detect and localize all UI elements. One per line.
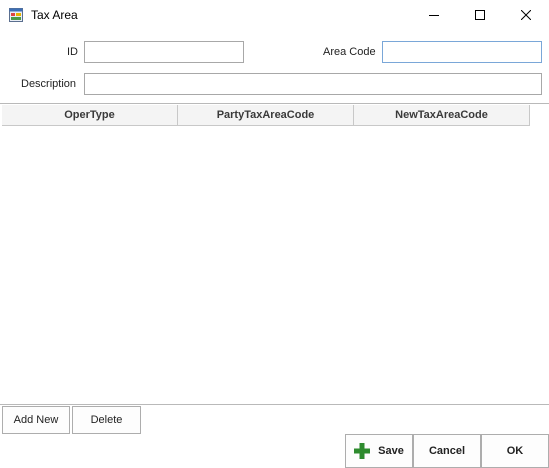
area-code-label: Area Code (323, 46, 376, 58)
column-header-partytaxareacode[interactable]: PartyTaxAreaCode (178, 105, 354, 126)
plus-icon (354, 443, 371, 459)
column-header-opertype[interactable]: OperType (2, 105, 178, 126)
maximize-icon (475, 10, 485, 20)
description-input[interactable] (84, 73, 542, 95)
delete-button[interactable]: Delete (72, 406, 141, 434)
id-input[interactable] (84, 41, 244, 63)
close-icon (521, 10, 531, 20)
form-window-icon (9, 8, 23, 22)
minimize-button[interactable] (411, 0, 457, 30)
description-label: Description (21, 78, 77, 90)
close-button[interactable] (503, 0, 549, 30)
ok-button[interactable]: OK (481, 434, 549, 468)
area-code-input[interactable] (382, 41, 542, 63)
cancel-button[interactable]: Cancel (413, 434, 481, 468)
add-new-button[interactable]: Add New (2, 406, 70, 434)
tax-area-grid[interactable]: OperType PartyTaxAreaCode NewTaxAreaCode (0, 103, 549, 405)
id-label: ID (67, 46, 78, 58)
minimize-icon (429, 15, 439, 16)
save-label: Save (378, 445, 404, 457)
save-button[interactable]: Save (345, 434, 413, 468)
grid-header-row: OperType PartyTaxAreaCode NewTaxAreaCode (2, 105, 530, 126)
title-bar: Tax Area (0, 0, 549, 30)
column-header-newtaxareacode[interactable]: NewTaxAreaCode (354, 105, 530, 126)
maximize-button[interactable] (457, 0, 503, 30)
window-title: Tax Area (31, 8, 78, 22)
